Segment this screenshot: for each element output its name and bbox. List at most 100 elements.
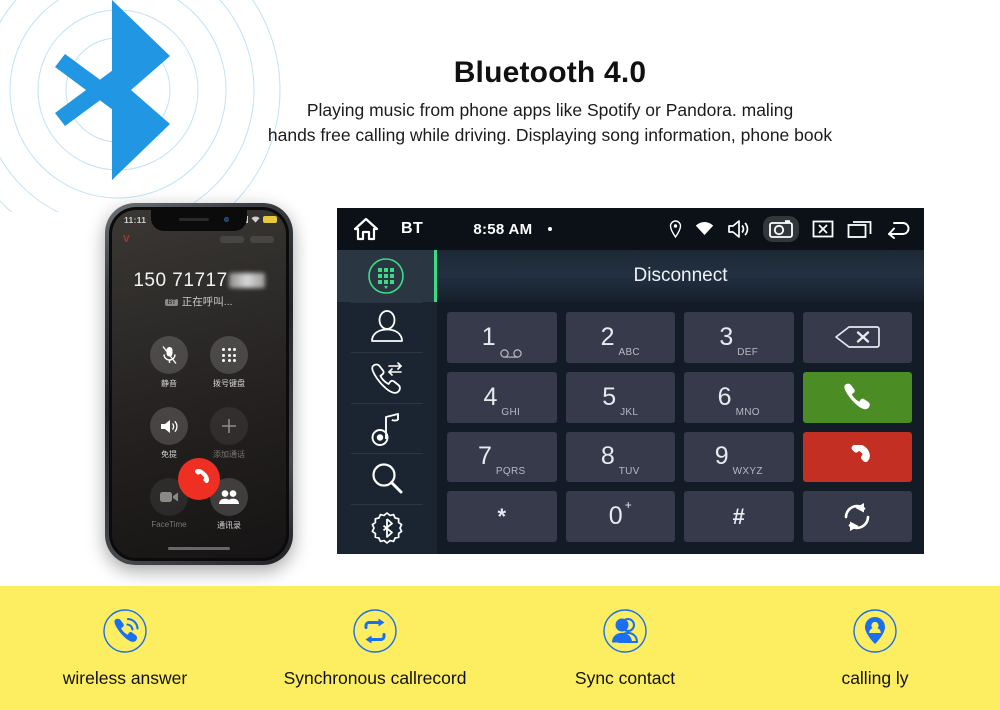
- key-3-label: 3: [719, 322, 734, 351]
- phone-bezel: 11:11 V 150 71717 BT 正在呼叫... 静音 拨号键盘 免提 …: [109, 207, 289, 561]
- key-0-label: 0: [608, 502, 623, 531]
- key-8-letters: TUV: [618, 466, 640, 478]
- backspace-button[interactable]: [802, 312, 912, 363]
- key-0[interactable]: 0 +: [565, 491, 675, 542]
- headunit-status-icons: [669, 216, 912, 242]
- call-transfer-icon: [371, 361, 403, 394]
- key-hash[interactable]: #: [684, 491, 794, 542]
- key-2-letters: ABC: [618, 346, 640, 358]
- mute-button[interactable]: 静音: [150, 336, 188, 389]
- key-6-letters: MNO: [735, 406, 760, 418]
- headunit-sidebar: [337, 250, 437, 554]
- feature-calling-ly: calling ly: [750, 608, 1000, 689]
- key-4-letters: GHI: [501, 406, 521, 418]
- key-5-letters: JKL: [620, 406, 639, 418]
- phone-mockup: 11:11 V 150 71717 BT 正在呼叫... 静音 拨号键盘 免提 …: [105, 203, 293, 565]
- wireless-answer-icon: [102, 608, 148, 654]
- key-3[interactable]: 3 DEF: [684, 312, 794, 363]
- key-9[interactable]: 9 WXYZ: [684, 431, 794, 483]
- number-blur-mask: [228, 273, 265, 288]
- close-icon[interactable]: [812, 219, 834, 239]
- key-1[interactable]: 1: [447, 312, 557, 363]
- battery-icon: [263, 216, 277, 223]
- calling-location-icon: [852, 608, 898, 654]
- camera-icon[interactable]: [763, 216, 799, 242]
- key-0-plus: +: [624, 498, 632, 513]
- sidebar-item-contacts[interactable]: [337, 301, 437, 352]
- key-6[interactable]: 6 MNO: [684, 371, 794, 423]
- key-8-label: 8: [600, 442, 615, 471]
- music-note-icon: [371, 413, 399, 446]
- status-pills: [220, 236, 274, 243]
- sidebar-item-calllog[interactable]: [337, 352, 437, 402]
- recents-icon[interactable]: [847, 219, 873, 239]
- dial-keypad: 1 2 ABC 3 DEF 4 GHI 5 JKL 6 MNO 7 PQRS 8…: [437, 302, 924, 554]
- feature-label: Sync contact: [574, 667, 676, 688]
- speaker-icon: [150, 407, 188, 445]
- sidebar-item-music[interactable]: [337, 402, 437, 453]
- headunit-main: Disconnect 1 2 ABC 3 DEF 4 GHI 5 JKL 6 M…: [437, 250, 924, 554]
- mute-label: 静音: [161, 379, 177, 388]
- keypad-label: 拨号键盘: [213, 379, 245, 388]
- add-call-label: 添加通话: [213, 450, 245, 459]
- key-star-label: *: [497, 503, 507, 529]
- key-7-letters: PQRS: [495, 466, 526, 478]
- key-9-letters: WXYZ: [732, 466, 763, 478]
- voicemail-icon: [500, 349, 522, 358]
- key-2[interactable]: 2 ABC: [565, 312, 675, 363]
- sidebar-item-keypad[interactable]: [337, 250, 437, 302]
- end-call-button[interactable]: [178, 458, 220, 500]
- feature-sync-contact: Sync contact: [500, 608, 750, 689]
- source-label: BT: [401, 220, 424, 237]
- keypad-button[interactable]: 拨号键盘: [210, 336, 248, 389]
- carrier-mark: V: [123, 234, 130, 245]
- add-call-button[interactable]: 添加通话: [210, 407, 248, 460]
- speaker-button[interactable]: 免提: [150, 407, 188, 460]
- keypad-circle-icon: [367, 258, 404, 294]
- contacts-label: 通讯录: [217, 521, 241, 530]
- bluetooth-gear-icon: [371, 511, 403, 544]
- key-5[interactable]: 5 JKL: [565, 371, 675, 423]
- hangup-button[interactable]: [802, 431, 912, 483]
- home-indicator: [168, 547, 230, 550]
- feature-sync-callrecord: Synchronous callrecord: [250, 608, 500, 689]
- phone-call-controls: 静音 拨号键盘 免提 添加通话 FaceTime 通讯录: [112, 336, 286, 531]
- front-camera-icon: [224, 217, 229, 222]
- page-title: Bluetooth 4.0: [453, 56, 647, 89]
- key-9-label: 9: [714, 442, 729, 471]
- key-8[interactable]: 8 TUV: [565, 431, 675, 483]
- feature-wireless-answer: wireless answer: [0, 608, 250, 689]
- wifi-icon: [695, 222, 714, 236]
- sync-icon: [844, 502, 870, 531]
- phone-notch: [151, 210, 247, 231]
- phone-screen: 11:11 V 150 71717 BT 正在呼叫... 静音 拨号键盘 免提 …: [112, 210, 286, 558]
- subtitle-line-2: hands free calling while driving. Displa…: [267, 125, 833, 146]
- call-button[interactable]: [802, 371, 912, 423]
- key-4[interactable]: 4 GHI: [447, 371, 557, 423]
- key-7[interactable]: 7 PQRS: [447, 431, 557, 483]
- facetime-label: FaceTime: [151, 520, 187, 529]
- backspace-icon: [835, 326, 881, 349]
- phone-clock: 11:11: [124, 215, 147, 225]
- sync-button[interactable]: [802, 491, 912, 542]
- sidebar-item-search[interactable]: [337, 453, 437, 503]
- sync-contact-icon: [602, 608, 648, 654]
- back-icon[interactable]: [886, 219, 912, 239]
- key-4-label: 4: [483, 382, 498, 411]
- feature-label: calling ly: [841, 667, 909, 688]
- promo-banner: Bluetooth 4.0 Playing music from phone a…: [0, 0, 1000, 710]
- volume-icon[interactable]: [727, 219, 750, 239]
- home-icon[interactable]: [353, 217, 379, 241]
- contact-icon: [371, 310, 403, 343]
- call-icon: [844, 383, 870, 410]
- bt-tag: BT: [165, 298, 178, 306]
- key-star[interactable]: *: [447, 491, 557, 542]
- location-icon: [669, 220, 682, 238]
- key-3-letters: DEF: [737, 346, 759, 358]
- keypad-icon: [210, 336, 248, 374]
- car-headunit: BT 8:58 AM Disconnect 1 2 ABC 3 DEF 4 GH…: [337, 208, 924, 554]
- feature-list: wireless answer Synchronous callrecord S…: [0, 586, 1000, 710]
- connection-status-title[interactable]: Disconnect: [437, 250, 924, 302]
- sidebar-item-settings[interactable]: [337, 503, 437, 554]
- mute-icon: [150, 336, 188, 374]
